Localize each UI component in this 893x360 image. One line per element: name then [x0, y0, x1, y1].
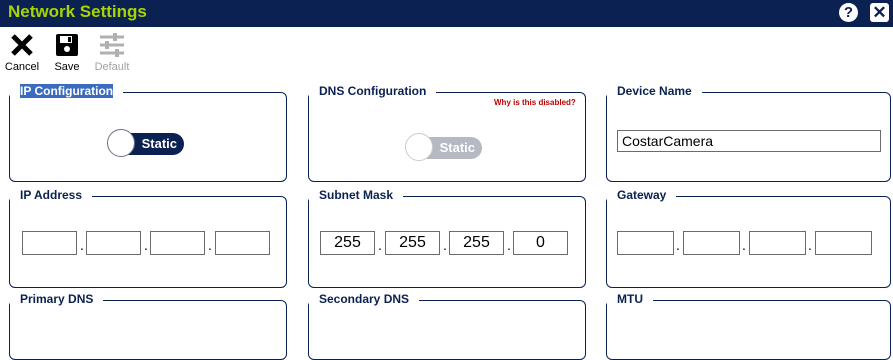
- ip-configuration-panel: IP Configuration Static: [9, 81, 287, 182]
- panel-title-text: IP Configuration: [20, 84, 114, 98]
- octet-separator: .: [144, 237, 148, 253]
- toggle-label: Static: [141, 136, 177, 151]
- octet-separator: .: [742, 237, 746, 253]
- panel-title: Secondary DNS: [309, 289, 420, 309]
- subnet-octet-1[interactable]: 255: [320, 231, 375, 255]
- octet-separator: .: [443, 237, 447, 253]
- subnet-mask-panel: Subnet Mask 255 . 255 . 255 . 0: [308, 185, 586, 288]
- ip-octet-3[interactable]: [150, 231, 205, 255]
- gateway-octet-3[interactable]: [749, 231, 806, 255]
- octet-separator: .: [80, 237, 84, 253]
- cancel-label: Cancel: [4, 61, 40, 73]
- panel-title: Gateway: [607, 185, 677, 205]
- gateway-octet-1[interactable]: [617, 231, 674, 255]
- primary-dns-panel: Primary DNS: [9, 289, 287, 360]
- window-title: Network Settings: [8, 2, 147, 21]
- dns-mode-toggle: Static: [405, 133, 482, 161]
- close-icon[interactable]: ✕: [870, 3, 889, 22]
- panel-title: IP Address: [10, 185, 93, 205]
- ip-octet-2[interactable]: [86, 231, 141, 255]
- subnet-octet-3[interactable]: 255: [449, 231, 504, 255]
- help-icon[interactable]: ?: [839, 3, 858, 22]
- panel-title: IP Configuration: [10, 81, 124, 101]
- octet-separator: .: [507, 237, 511, 253]
- toolbar: Cancel Save Default: [0, 27, 893, 77]
- cancel-button[interactable]: Cancel: [4, 33, 40, 73]
- mtu-panel: MTU: [606, 289, 891, 360]
- title-bar: Network Settings ? ✕: [0, 0, 893, 27]
- secondary-dns-panel: Secondary DNS: [308, 289, 586, 360]
- panel-title: Device Name: [607, 81, 702, 101]
- panel-title: Subnet Mask: [309, 185, 404, 205]
- toggle-knob: [405, 133, 433, 161]
- toggle-label: Static: [439, 140, 475, 155]
- subnet-octet-4[interactable]: 0: [513, 231, 568, 255]
- floppy-disk-icon: [56, 34, 78, 56]
- ip-octet-1[interactable]: [22, 231, 77, 255]
- gateway-octet-4[interactable]: [815, 231, 872, 255]
- ip-address-panel: IP Address . . .: [9, 185, 287, 288]
- ip-mode-toggle[interactable]: Static: [107, 129, 184, 157]
- gateway-panel: Gateway . . .: [606, 185, 891, 288]
- why-disabled-link[interactable]: Why is this disabled?: [494, 98, 576, 107]
- gateway-octet-2[interactable]: [683, 231, 740, 255]
- panel-title: Primary DNS: [10, 289, 104, 309]
- panel-title: MTU: [607, 289, 653, 309]
- toggle-knob: [107, 129, 135, 157]
- ip-octet-4[interactable]: [215, 231, 270, 255]
- octet-separator: .: [378, 237, 382, 253]
- default-button[interactable]: Default: [91, 33, 133, 73]
- save-button[interactable]: Save: [52, 33, 82, 73]
- save-label: Save: [54, 61, 80, 73]
- sliders-icon: [100, 33, 124, 57]
- subnet-octet-2[interactable]: 255: [385, 231, 440, 255]
- default-label: Default: [94, 61, 130, 73]
- device-name-panel: Device Name CostarCamera: [606, 81, 891, 182]
- device-name-input[interactable]: CostarCamera: [617, 130, 881, 152]
- dns-configuration-panel: DNS Configuration Why is this disabled? …: [308, 81, 586, 182]
- octet-separator: .: [808, 237, 812, 253]
- octet-separator: .: [208, 237, 212, 253]
- x-icon: [11, 34, 33, 56]
- panel-title: DNS Configuration: [309, 81, 437, 101]
- octet-separator: .: [676, 237, 680, 253]
